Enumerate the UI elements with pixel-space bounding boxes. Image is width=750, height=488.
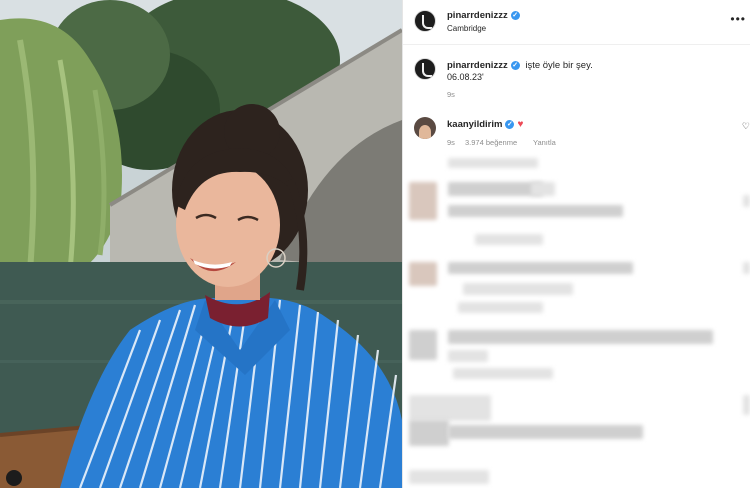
caption-author-avatar[interactable] xyxy=(414,58,436,80)
caption-time: 9s xyxy=(447,90,455,99)
caption-text: işte öyle bir şey. xyxy=(525,60,593,71)
author-avatar[interactable] xyxy=(414,10,436,32)
comment-time: 9s xyxy=(447,138,455,147)
comment-likes[interactable]: 3.974 beğenme xyxy=(465,138,517,147)
red-heart-emoji: ♥ xyxy=(517,119,524,130)
more-horizontal-icon[interactable]: ••• xyxy=(730,12,746,26)
verified-icon: ✓ xyxy=(510,10,520,20)
heart-outline-icon[interactable]: ♡ xyxy=(742,121,750,132)
verified-icon: ✓ xyxy=(510,60,520,70)
profile-icon[interactable] xyxy=(6,470,22,486)
caption-date: 06.08.23' xyxy=(447,72,484,82)
caption-username[interactable]: pinarrdenizzz xyxy=(447,60,508,71)
caption-block: pinarrdenizzz ✓ işte öyle bir şey. xyxy=(447,60,593,71)
author-username[interactable]: pinarrdenizzz ✓ xyxy=(447,10,520,21)
comment-reply-button[interactable]: Yanıtla xyxy=(533,138,556,147)
post-location[interactable]: Cambridge xyxy=(447,24,486,33)
comment-block: kaanyildirim ✓ ♥ xyxy=(447,119,523,130)
post-side-panel: pinarrdenizzz ✓ Cambridge ••• pinarrdeniz… xyxy=(403,0,750,488)
verified-icon: ✓ xyxy=(505,119,515,129)
commenter-avatar[interactable] xyxy=(414,117,436,139)
post-photo xyxy=(0,0,402,488)
post-header: pinarrdenizzz ✓ Cambridge ••• xyxy=(403,0,750,45)
commenter-username[interactable]: kaanyildirim xyxy=(447,119,502,130)
